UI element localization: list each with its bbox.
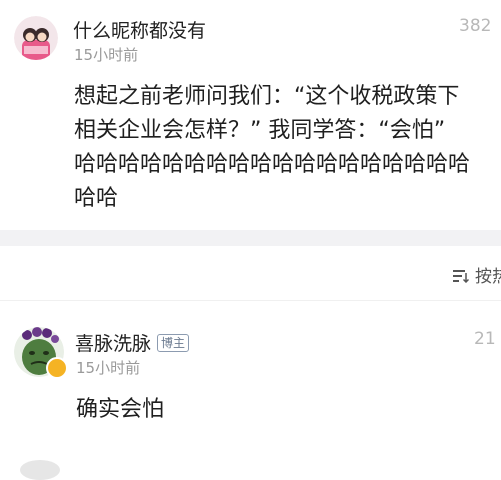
blogger-badge: 博主 — [157, 334, 190, 352]
like-count[interactable]: 21 — [474, 329, 496, 349]
blogger-avatar[interactable] — [14, 327, 68, 379]
blogger-username[interactable]: 喜脉洗脉 博主 — [75, 329, 190, 356]
comment-text-line: 哈哈哈哈哈哈哈哈哈哈哈哈哈哈哈哈哈哈 — [74, 152, 471, 177]
comment-time: 15小时前 — [76, 359, 141, 377]
sort-label: 按热 — [475, 267, 501, 287]
sort-icon — [453, 268, 470, 288]
next-avatar[interactable] — [20, 460, 60, 480]
comment-text-line: 想起之前老师问我们：“这个收税政策下 — [74, 84, 460, 109]
comment-text: 确实会怕 — [76, 397, 165, 422]
comment-text-line: 哈哈 — [74, 186, 119, 211]
username[interactable]: 什么昵称都没有 — [73, 16, 206, 43]
verified-badge-icon — [46, 357, 68, 379]
user-avatar[interactable] — [14, 16, 58, 60]
comment-text-line: 相关企业会怎样？” 我同学答：“会怕” — [74, 118, 446, 143]
section-divider — [0, 230, 501, 246]
username-label: 喜脉洗脉 — [75, 333, 152, 355]
like-count[interactable]: 382 — [459, 16, 491, 36]
sort-button[interactable]: 按热 — [453, 262, 501, 288]
comment-time: 15小时前 — [74, 46, 139, 64]
thin-divider — [0, 300, 501, 301]
avatar-image — [14, 16, 58, 60]
